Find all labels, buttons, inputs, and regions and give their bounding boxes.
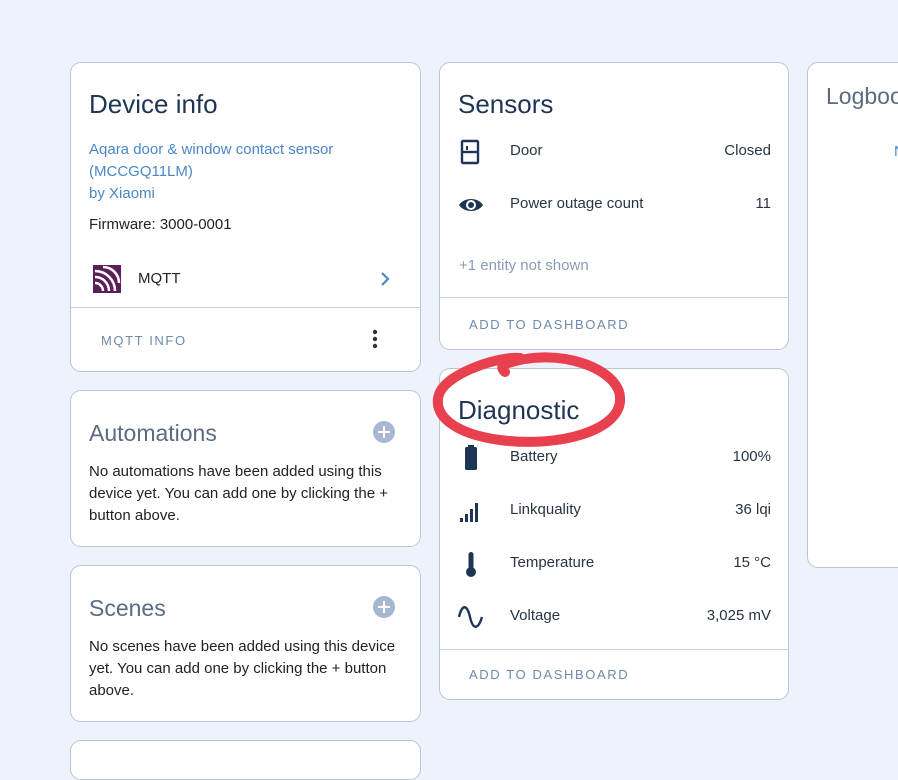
device-info-card: Device info Aqara door & window contact … xyxy=(70,62,421,372)
diagnostic-temperature-value: 15 °C xyxy=(733,554,771,571)
automations-title: Automations xyxy=(89,420,217,446)
sensor-power-outage-label: Power outage count xyxy=(510,195,644,212)
sensors-add-to-dashboard-button[interactable]: ADD TO DASHBOARD xyxy=(469,317,629,332)
signal-icon xyxy=(456,496,486,526)
diagnostic-row-voltage[interactable]: Voltage 3,025 mV xyxy=(440,602,788,632)
sensor-row-door[interactable]: Door Closed xyxy=(440,137,788,167)
diagnostic-voltage-value: 3,025 mV xyxy=(706,607,771,624)
diagnostic-row-linkquality[interactable]: Linkquality 36 lqi xyxy=(440,496,788,526)
device-model-block: Aqara door & window contact sensor (MCCG… xyxy=(89,139,333,236)
sensors-card: Sensors Door Closed Power outage count 1… xyxy=(439,62,789,350)
scenes-title: Scenes xyxy=(89,595,166,621)
next-card-partial xyxy=(70,740,421,780)
device-firmware: Firmware: 3000-0001 xyxy=(89,216,232,233)
sensor-row-power-outage[interactable]: Power outage count 11 xyxy=(440,190,788,220)
sensor-power-outage-value: 11 xyxy=(755,195,771,212)
mqtt-logo-icon xyxy=(93,265,121,293)
diagnostic-voltage-label: Voltage xyxy=(510,607,561,624)
diagnostic-add-to-dashboard-button[interactable]: ADD TO DASHBOARD xyxy=(469,667,629,682)
diagnostic-card: Diagnostic Battery 100% Linkquality 36 l… xyxy=(439,368,789,700)
more-vert-icon[interactable] xyxy=(372,329,378,349)
logbook-partial-text: N xyxy=(894,143,898,160)
scenes-card: Scenes No scenes have been added using t… xyxy=(70,565,421,722)
automations-empty-text: No automations have been added using thi… xyxy=(89,463,388,524)
eye-icon xyxy=(456,190,486,220)
diagnostic-linkquality-value: 36 lqi xyxy=(735,501,771,518)
device-model-link[interactable]: Aqara door & window contact sensor xyxy=(89,139,333,161)
diagnostic-row-battery[interactable]: Battery 100% xyxy=(440,443,788,473)
sensor-door-value: Closed xyxy=(724,142,771,159)
mqtt-integration-row[interactable]: MQTT xyxy=(71,261,420,297)
logbook-title: Logboo xyxy=(826,83,898,109)
automations-card: Automations No automations have been add… xyxy=(70,390,421,547)
sensors-divider xyxy=(440,297,788,298)
battery-icon xyxy=(456,443,486,473)
sensors-title: Sensors xyxy=(458,89,554,119)
mqtt-info-button[interactable]: MQTT INFO xyxy=(101,333,187,348)
add-scene-icon[interactable] xyxy=(373,596,395,618)
device-info-title: Device info xyxy=(89,89,218,119)
diagnostic-temperature-label: Temperature xyxy=(510,554,595,571)
sine-wave-icon xyxy=(456,602,486,632)
thermometer-icon xyxy=(456,549,486,579)
device-info-divider xyxy=(71,307,420,308)
diagnostic-divider xyxy=(440,649,788,650)
diagnostic-battery-label: Battery xyxy=(510,448,558,465)
mqtt-label: MQTT xyxy=(138,270,181,287)
diagnostic-row-temperature[interactable]: Temperature 15 °C xyxy=(440,549,788,579)
add-automation-icon[interactable] xyxy=(373,421,395,443)
sensor-door-label: Door xyxy=(510,142,543,159)
diagnostic-battery-value: 100% xyxy=(732,448,771,465)
scenes-empty-text: No scenes have been added using this dev… xyxy=(89,638,396,699)
hidden-entities-link[interactable]: +1 entity not shown xyxy=(459,257,589,274)
diagnostic-linkquality-label: Linkquality xyxy=(510,501,581,518)
logbook-card: Logboo N xyxy=(807,62,898,568)
device-manufacturer: by Xiaomi xyxy=(89,185,155,202)
diagnostic-title: Diagnostic xyxy=(458,395,580,425)
door-icon xyxy=(456,137,486,167)
device-model-code[interactable]: (MCCGQ11LM) xyxy=(89,161,333,183)
chevron-right-icon xyxy=(380,271,390,292)
